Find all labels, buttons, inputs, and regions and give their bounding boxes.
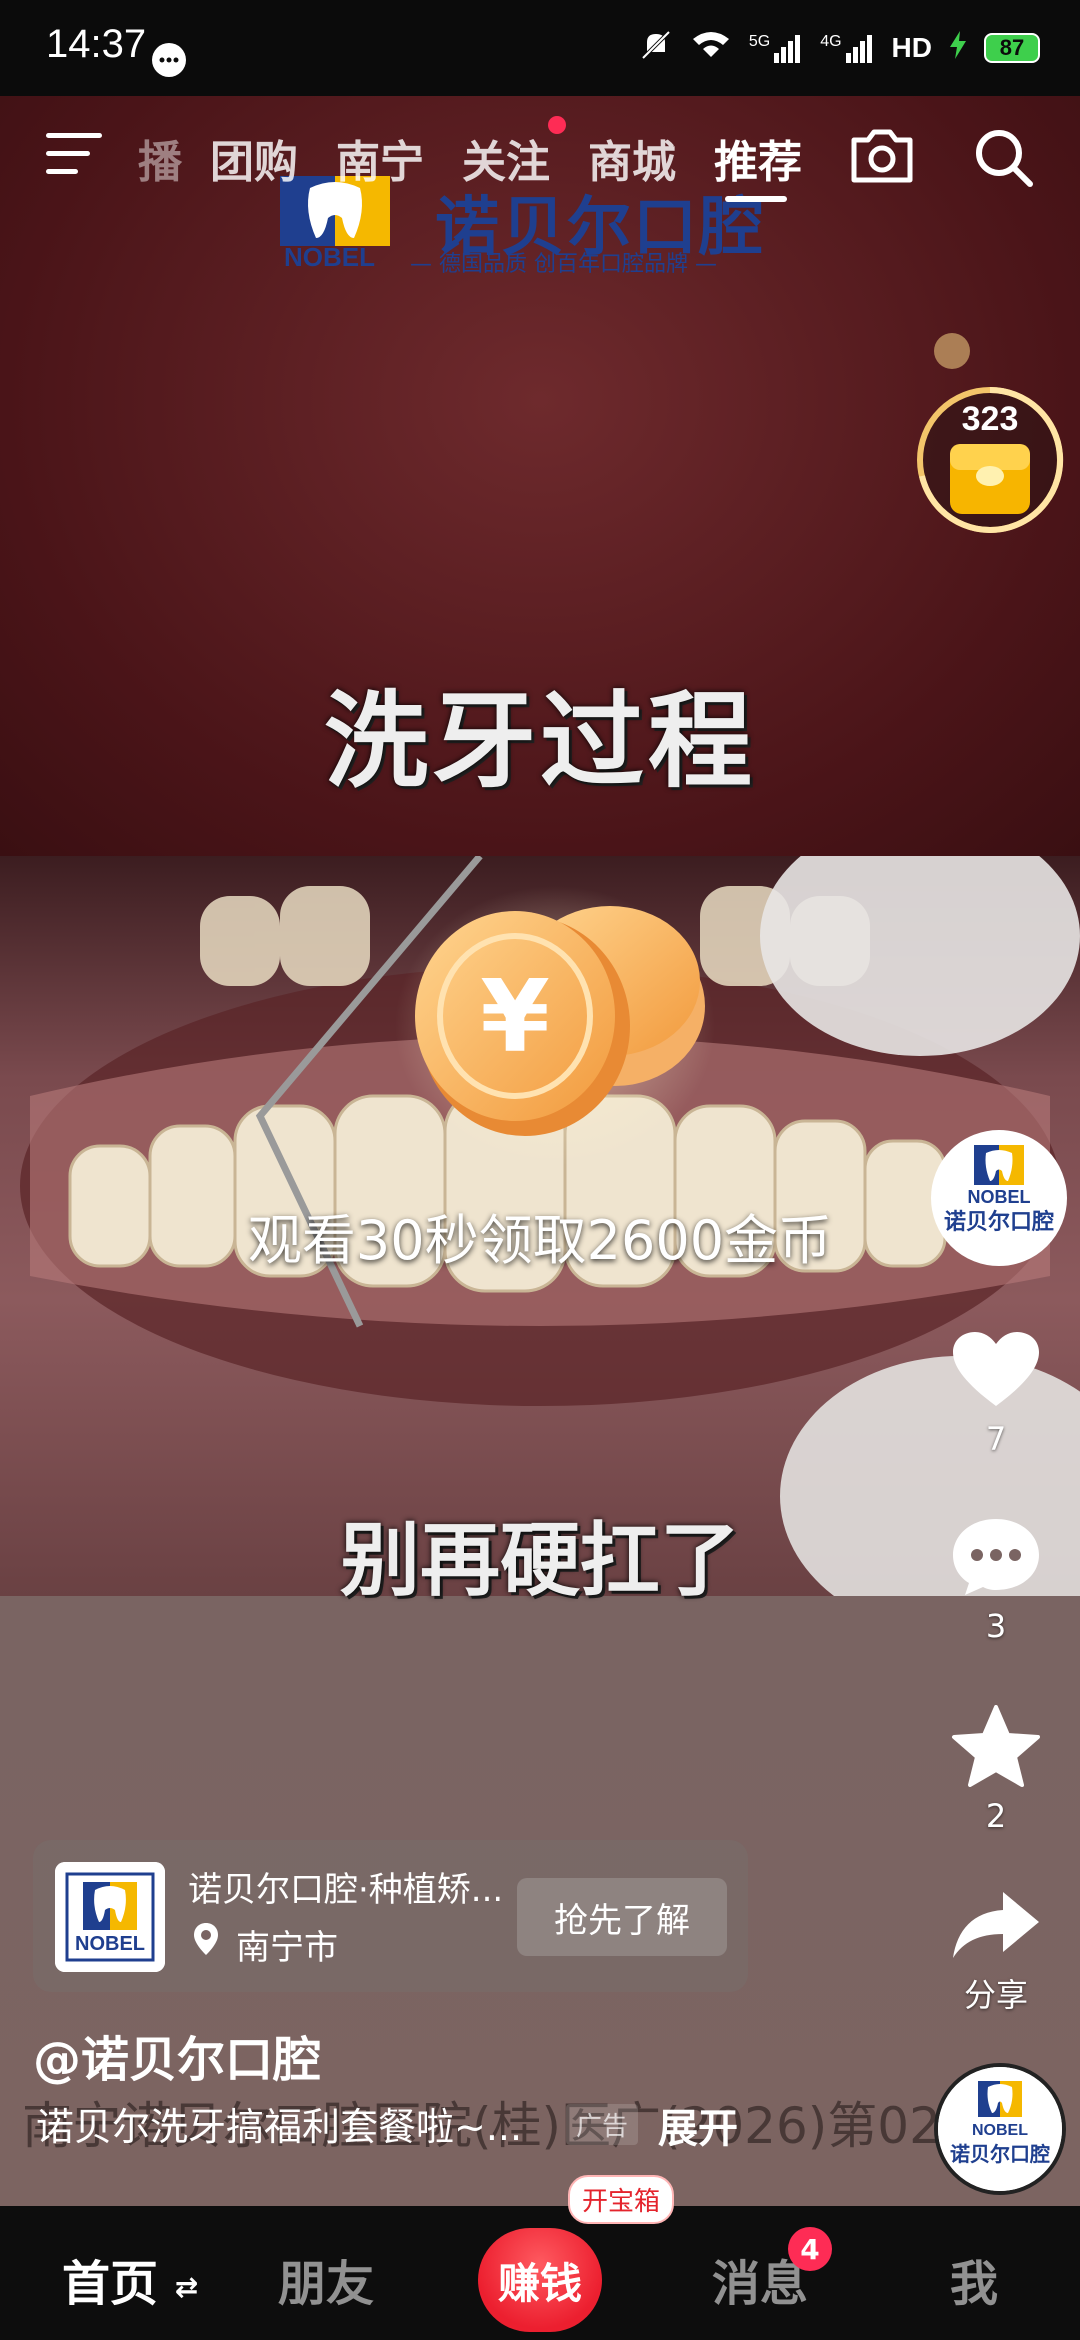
nav-friends[interactable]: 朋友 bbox=[278, 2244, 374, 2314]
reward-count: 323 bbox=[961, 400, 1019, 438]
search-icon[interactable] bbox=[972, 126, 1036, 190]
video-caption-top: 洗牙过程 bbox=[323, 680, 756, 802]
battery-icon: 87 bbox=[984, 33, 1040, 63]
favorite-count: 2 bbox=[985, 1797, 1007, 1835]
share-icon bbox=[953, 1892, 1039, 1958]
refresh-swap-icon: ⇄ bbox=[174, 2270, 199, 2304]
bottom-nav: 首页 ⇄ 朋友 赚钱 消息 我 bbox=[0, 2206, 1080, 2340]
svg-text:NOBEL: NOBEL bbox=[968, 1187, 1031, 1207]
author-name[interactable]: @诺贝尔口腔 bbox=[33, 2020, 321, 2090]
wifi-icon bbox=[691, 29, 731, 68]
tab-following[interactable]: 关注 bbox=[462, 126, 550, 190]
ad-logo: NOBEL bbox=[55, 1862, 165, 1972]
reward-prompt-text: 观看30秒领取2600金币 bbox=[247, 1209, 833, 1272]
treasure-box-tag[interactable]: 开宝箱 bbox=[568, 2175, 675, 2224]
share-label: 分享 bbox=[963, 1976, 1028, 2014]
gold-coin-icon: ¥ bbox=[395, 886, 715, 1186]
hd-indicator: HD bbox=[891, 32, 932, 63]
ad-card[interactable]: NOBEL 诺贝尔口腔·种植矫... 南宁市 抢先了解 bbox=[33, 1840, 748, 1992]
camera-icon[interactable] bbox=[848, 126, 916, 186]
like-button[interactable]: 7 bbox=[936, 1330, 1056, 1458]
active-tab-indicator bbox=[725, 196, 787, 202]
status-bar: 14:37 5G 4G HD 87 bbox=[0, 0, 1080, 96]
floating-dot bbox=[934, 333, 970, 369]
comment-count: 3 bbox=[985, 1607, 1007, 1645]
nav-home-label: 首页 bbox=[62, 2256, 159, 2312]
svg-text:¥: ¥ bbox=[480, 958, 550, 1075]
coin-reward-widget[interactable]: 323 bbox=[910, 380, 1070, 540]
tab-recommend[interactable]: 推荐 bbox=[714, 126, 802, 190]
heart-icon bbox=[953, 1332, 1039, 1406]
svg-text:诺贝尔口腔: 诺贝尔口腔 bbox=[950, 2142, 1050, 2166]
share-button[interactable]: 分享 bbox=[936, 1890, 1056, 2016]
ad-title: 诺贝尔口腔·种植矫... bbox=[188, 1870, 504, 1910]
nav-me[interactable]: 我 bbox=[950, 2244, 998, 2314]
signal-4g-icon: 4G bbox=[820, 33, 873, 63]
comment-button[interactable]: 3 bbox=[936, 1515, 1056, 1645]
svg-text:诺贝尔口腔: 诺贝尔口腔 bbox=[944, 1209, 1054, 1235]
favorite-button[interactable]: 2 bbox=[936, 1705, 1056, 1835]
expand-button[interactable]: 展开 bbox=[658, 2096, 738, 2154]
like-count: 7 bbox=[985, 1420, 1007, 1458]
location-pin-icon bbox=[193, 1922, 219, 1956]
author-avatar[interactable]: NOBEL 诺贝尔口腔 bbox=[931, 1130, 1067, 1266]
ad-badge: 广告 bbox=[566, 2104, 639, 2145]
tab-group-buy[interactable]: 团购 bbox=[210, 126, 298, 190]
following-notification-dot bbox=[548, 116, 566, 134]
nav-home[interactable]: 首页 ⇄ bbox=[62, 2244, 198, 2314]
menu-icon[interactable] bbox=[46, 131, 102, 177]
post-description: 诺贝尔洗牙搞福利套餐啦~... bbox=[36, 2105, 523, 2149]
description-row: 南宁诺贝尔口腔医院(桂)医广(2026)第02-0 诺贝尔洗牙搞福利套餐啦~..… bbox=[0, 2086, 1080, 2156]
svg-text:NOBEL: NOBEL bbox=[75, 1933, 145, 1955]
brand-banner-en: NOBEL bbox=[284, 242, 375, 272]
status-icons: 5G 4G HD 87 bbox=[639, 28, 1040, 68]
brand-banner-tagline: — 德国品质 创百年口腔品牌 — bbox=[410, 252, 717, 277]
tab-nanning[interactable]: 南宁 bbox=[336, 126, 424, 190]
tab-live[interactable]: 播 bbox=[138, 126, 182, 190]
video-caption-bottom: 别再硬扛了 bbox=[340, 1514, 740, 1607]
comment-icon bbox=[953, 1519, 1039, 1595]
signal-5g-icon: 5G bbox=[749, 33, 802, 63]
ad-cta-button[interactable]: 抢先了解 bbox=[517, 1878, 727, 1956]
charging-icon bbox=[950, 30, 966, 66]
message-badge: 4 bbox=[788, 2227, 832, 2271]
status-time: 14:37 bbox=[46, 22, 147, 66]
svg-text:NOBEL: NOBEL bbox=[972, 2122, 1028, 2139]
music-disc[interactable]: NOBEL 诺贝尔口腔 bbox=[934, 2063, 1066, 2195]
message-notification-icon bbox=[152, 43, 186, 77]
tab-mall[interactable]: 商城 bbox=[588, 126, 676, 190]
ad-location: 南宁市 bbox=[236, 1928, 338, 1968]
earn-button[interactable]: 赚钱 bbox=[478, 2228, 602, 2332]
mute-icon bbox=[639, 28, 673, 69]
star-icon bbox=[952, 1705, 1040, 1787]
top-nav: 播 团购 南宁 关注 商城 推荐 bbox=[0, 96, 1080, 216]
